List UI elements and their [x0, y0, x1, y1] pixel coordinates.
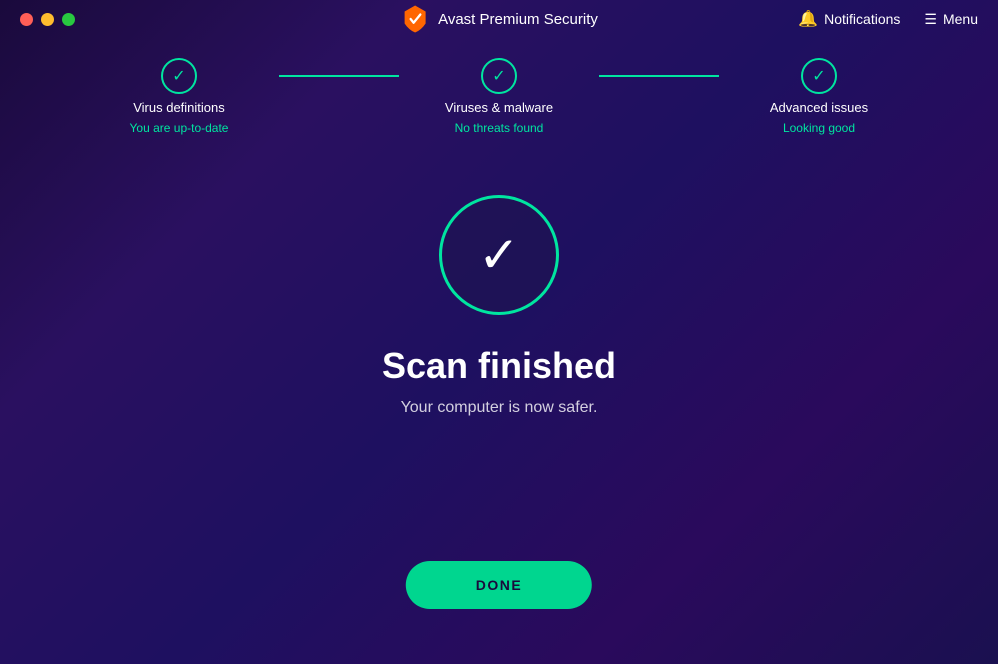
- bell-icon: 🔔: [798, 9, 818, 29]
- step-label-2: Viruses & malware: [445, 100, 553, 115]
- steps-container: ✓ Virus definitions You are up-to-date ✓…: [0, 58, 998, 135]
- step-viruses-malware: ✓ Viruses & malware No threats found: [399, 58, 599, 135]
- app-title: Avast Premium Security: [438, 11, 598, 28]
- titlebar: Avast Premium Security 🔔 Notifications ☰…: [0, 0, 998, 38]
- step-virus-definitions: ✓ Virus definitions You are up-to-date: [79, 58, 279, 135]
- app-title-area: Avast Premium Security: [400, 4, 598, 34]
- step-circle-3: ✓: [801, 58, 837, 94]
- step-status-2: No threats found: [455, 121, 544, 135]
- step-circle-1: ✓: [161, 58, 197, 94]
- check-icon-1: ✓: [172, 66, 185, 86]
- step-advanced-issues: ✓ Advanced issues Looking good: [719, 58, 919, 135]
- scan-subtitle: Your computer is now safer.: [401, 399, 598, 417]
- scan-checkmark-icon: ✓: [478, 230, 520, 280]
- scan-title: Scan finished: [382, 345, 616, 387]
- connector-line-1: [279, 75, 399, 77]
- notifications-label: Notifications: [824, 11, 900, 27]
- step-status-3: Looking good: [783, 121, 855, 135]
- done-button-container: DONE: [406, 561, 592, 609]
- menu-lines-icon: ☰: [924, 11, 937, 28]
- check-icon-3: ✓: [812, 66, 825, 86]
- step-circle-2: ✓: [481, 58, 517, 94]
- maximize-button[interactable]: [62, 13, 75, 26]
- connector-line-2: [599, 75, 719, 77]
- minimize-button[interactable]: [41, 13, 54, 26]
- menu-label: Menu: [943, 11, 978, 27]
- traffic-lights: [20, 13, 75, 26]
- main-content: ✓ Scan finished Your computer is now saf…: [0, 195, 998, 417]
- step-label-3: Advanced issues: [770, 100, 868, 115]
- check-icon-2: ✓: [492, 66, 505, 86]
- connector-1: [279, 58, 399, 77]
- connector-2: [599, 58, 719, 77]
- titlebar-right: 🔔 Notifications ☰ Menu: [798, 9, 978, 29]
- scan-result-circle: ✓: [439, 195, 559, 315]
- step-status-1: You are up-to-date: [130, 121, 229, 135]
- done-button[interactable]: DONE: [406, 561, 592, 609]
- close-button[interactable]: [20, 13, 33, 26]
- step-label-1: Virus definitions: [133, 100, 225, 115]
- notifications-button[interactable]: 🔔 Notifications: [798, 9, 900, 29]
- menu-button[interactable]: ☰ Menu: [924, 11, 978, 28]
- avast-logo-icon: [400, 4, 430, 34]
